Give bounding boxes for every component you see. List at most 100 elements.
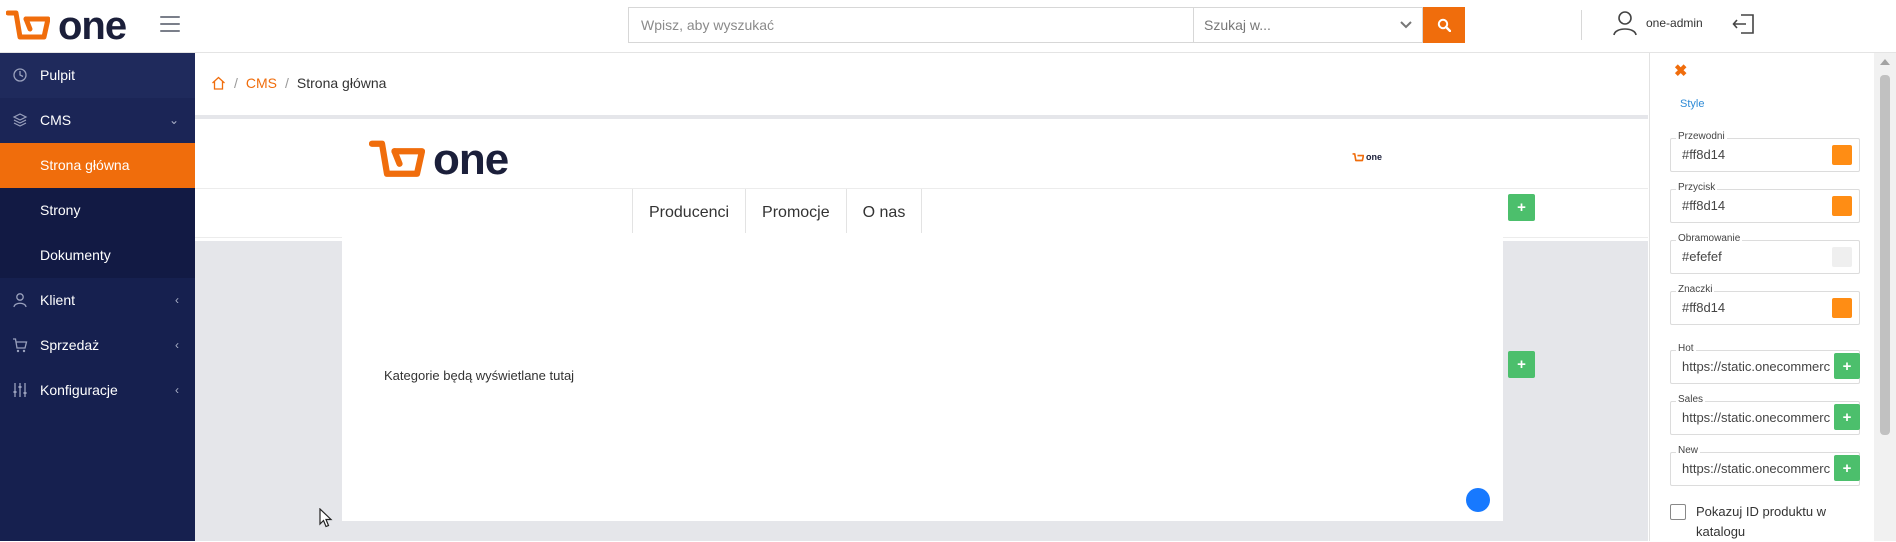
chevron-down-icon: ⌄ xyxy=(168,113,179,127)
style-panel: ✖ Style Przewodni #ff8d14 Przycisk #ff8d… xyxy=(1649,53,1875,541)
sidebar-item-konfiguracje[interactable]: Konfiguracje ‹ xyxy=(0,368,195,413)
scroll-up-arrow-icon[interactable] xyxy=(1880,59,1890,65)
sidebar-item-klient[interactable]: Klient ‹ xyxy=(0,278,195,323)
close-icon[interactable]: ✖ xyxy=(1674,61,1687,81)
sidebar-item-label: Konfiguracje xyxy=(40,382,118,398)
color-swatch[interactable] xyxy=(1832,247,1852,267)
chevron-down-icon xyxy=(1400,21,1412,29)
chevron-left-icon: ‹ xyxy=(175,293,179,307)
scrollbar[interactable] xyxy=(1874,53,1896,541)
field-label: Sales xyxy=(1676,394,1706,405)
sidebar-item-label: Strona główna xyxy=(40,157,130,173)
user-icon xyxy=(1613,11,1637,36)
app-logo[interactable]: one xyxy=(6,4,127,48)
chevron-left-icon: ‹ xyxy=(175,383,179,397)
color-swatch[interactable] xyxy=(1832,298,1852,318)
home-icon[interactable] xyxy=(211,76,226,90)
add-menu-item-button[interactable]: + xyxy=(1508,194,1535,221)
categories-placeholder: Kategorie będą wyświetlane tutaj xyxy=(384,368,575,383)
sidebar-item-label: Strony xyxy=(40,202,81,218)
preview-small-logo-text: one xyxy=(1366,152,1383,162)
menu-item-promocje[interactable]: Promocje xyxy=(745,189,846,237)
basket-logo-icon xyxy=(369,140,425,177)
color-field-znaczki[interactable]: Znaczki #ff8d14 xyxy=(1670,284,1860,325)
chevron-left-icon: ‹ xyxy=(175,338,179,352)
field-value: https://static.onecommerce xyxy=(1682,461,1830,476)
search-bar: Szukaj w... xyxy=(628,7,1465,43)
user-icon xyxy=(13,293,27,308)
sliders-icon xyxy=(13,383,27,397)
field-label: Znaczki xyxy=(1676,284,1715,295)
cart-icon xyxy=(13,338,28,353)
add-badge-button[interactable]: + xyxy=(1834,404,1860,430)
main-content: / CMS / Strona główna one one Producenci… xyxy=(195,53,1648,541)
sidebar-item-label: Dokumenty xyxy=(40,247,111,263)
menu-item-producenci[interactable]: Producenci xyxy=(632,189,745,237)
scroll-thumb[interactable] xyxy=(1880,75,1890,435)
logo-text: one xyxy=(58,4,127,48)
field-label: Obramowanie xyxy=(1676,233,1743,244)
field-value: https://static.onecommerce xyxy=(1682,410,1830,425)
checkbox-label: Pokazuj ID produktu w katalogu xyxy=(1696,504,1827,539)
add-badge-button[interactable]: + xyxy=(1834,353,1860,379)
sidebar-item-label: Sprzedaż xyxy=(40,337,100,353)
color-swatch[interactable] xyxy=(1832,196,1852,216)
color-field-obramowanie[interactable]: Obramowanie #efefef xyxy=(1670,233,1860,274)
badge-field-sales[interactable]: Sales https://static.onecommerce + xyxy=(1670,394,1860,435)
breadcrumb-separator: / xyxy=(285,75,289,91)
color-field-przewodni[interactable]: Przewodni #ff8d14 xyxy=(1670,131,1860,172)
sidebar-item-pulpit[interactable]: Pulpit xyxy=(0,53,195,98)
user-menu[interactable]: one-admin xyxy=(1612,10,1703,36)
sidebar-item-strony[interactable]: Strony xyxy=(0,188,195,233)
field-label: Przycisk xyxy=(1676,182,1718,193)
tab-style[interactable]: Style xyxy=(1680,98,1704,110)
preview-logo-text: one xyxy=(433,135,509,184)
search-input[interactable] xyxy=(628,7,1193,43)
field-label: New xyxy=(1676,445,1701,456)
basket-logo-icon xyxy=(6,10,50,40)
menu-toggle-icon[interactable] xyxy=(160,16,180,34)
breadcrumb-current: Strona główna xyxy=(296,75,387,91)
mouse-cursor-icon xyxy=(319,508,333,528)
color-swatch[interactable] xyxy=(1832,145,1852,165)
top-bar: one Szukaj w... one-admin xyxy=(0,0,1896,53)
search-icon xyxy=(1437,18,1451,32)
cms-submenu: Strona główna Strony Dokumenty xyxy=(0,143,195,278)
preview-logo[interactable]: one xyxy=(369,135,509,185)
categories-section: Kategorie będą wyświetlane tutaj xyxy=(342,233,1503,521)
layers-icon xyxy=(12,113,28,127)
add-section-button[interactable]: + xyxy=(1508,351,1535,378)
preview-small-logo: one xyxy=(1352,152,1382,162)
chat-bubble-button[interactable] xyxy=(1466,488,1490,512)
sidebar-item-label: Pulpit xyxy=(40,67,76,83)
field-value: https://static.onecommerce xyxy=(1682,359,1830,374)
menu-item-o-nas[interactable]: O nas xyxy=(845,189,923,237)
checkbox[interactable] xyxy=(1670,504,1686,520)
sidebar-item-strona-glowna[interactable]: Strona główna xyxy=(0,143,195,188)
badge-field-new[interactable]: New https://static.onecommerce + xyxy=(1670,445,1860,486)
sidebar-item-sprzedaz[interactable]: Sprzedaż ‹ xyxy=(0,323,195,368)
breadcrumb: / CMS / Strona główna xyxy=(211,75,386,91)
field-value: #ff8d14 xyxy=(1682,300,1726,315)
sidebar: Pulpit CMS ⌄ Strona główna Strony Dokume… xyxy=(0,53,195,541)
color-field-przycisk[interactable]: Przycisk #ff8d14 xyxy=(1670,182,1860,223)
sidebar-item-dokumenty[interactable]: Dokumenty xyxy=(0,233,195,278)
clock-icon xyxy=(13,68,27,82)
field-value: #ff8d14 xyxy=(1682,147,1726,162)
search-button[interactable] xyxy=(1423,7,1465,43)
field-label: Przewodni xyxy=(1676,131,1727,142)
breadcrumb-cms[interactable]: CMS xyxy=(246,75,277,91)
add-badge-button[interactable]: + xyxy=(1834,455,1860,481)
search-scope-select[interactable]: Szukaj w... xyxy=(1193,7,1423,43)
show-product-id-checkbox[interactable]: Pokazuj ID produktu w katalogu xyxy=(1670,502,1856,542)
search-scope-label: Szukaj w... xyxy=(1204,17,1271,33)
field-value: #efefef xyxy=(1682,249,1722,264)
basket-logo-icon xyxy=(1352,152,1364,161)
sidebar-item-cms[interactable]: CMS ⌄ xyxy=(0,98,195,143)
logout-button[interactable] xyxy=(1732,12,1756,41)
sidebar-item-label: Klient xyxy=(40,292,76,308)
user-name: one-admin xyxy=(1646,16,1703,30)
sidebar-item-label: CMS xyxy=(40,112,72,128)
logout-icon xyxy=(1732,14,1754,34)
badge-field-hot[interactable]: Hot https://static.onecommerce + xyxy=(1670,343,1860,384)
